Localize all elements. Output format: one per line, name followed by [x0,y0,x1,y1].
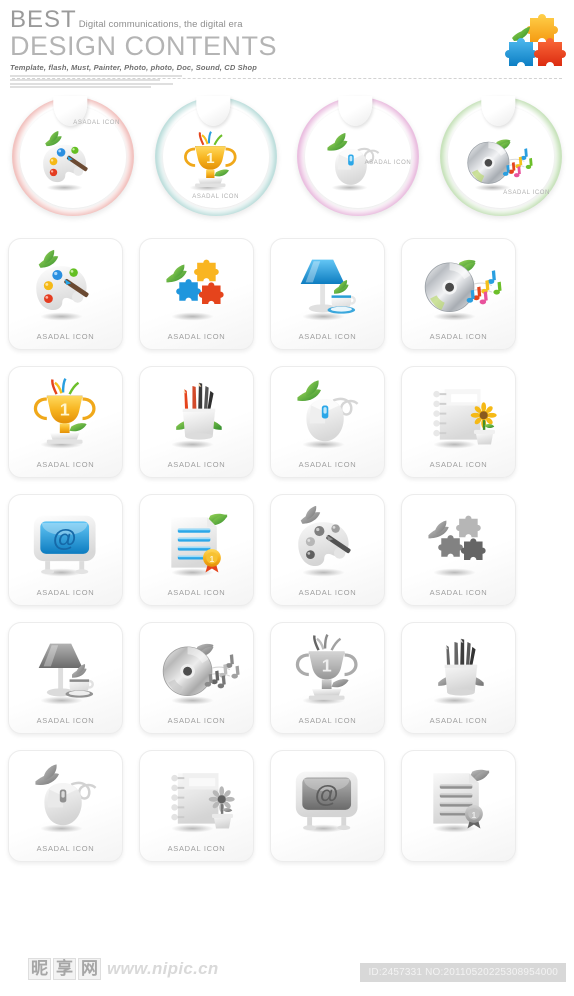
icon-tile-label: ASADAL ICON [298,332,357,341]
trophy-icon: 1 [271,629,384,707]
svg-text:@: @ [53,526,77,553]
icon-tile-label: ASADAL ICON [36,844,95,853]
sticker-row: ASADAL ICON 1 ASADAL ICON ASADAL ICON AS… [0,94,574,222]
svg-text:1: 1 [210,555,215,564]
icon-tile-label: ASADAL ICON [36,332,95,341]
icon-tile-puzzle-icon[interactable]: ASADAL ICON [139,238,254,350]
header-title-line: BEST Digital communications, the digital… [10,6,562,34]
notebook-flower-icon [140,757,253,835]
icon-tile-label: ASADAL ICON [429,588,488,597]
icon-tile-label: ASADAL ICON [167,460,226,469]
icon-tile-notebook-flower-icon[interactable]: ASADAL ICON [401,366,516,478]
sticker-label: ASADAL ICON [192,194,240,200]
trophy-icon: 1 [173,124,249,196]
icon-tile-palette-icon[interactable]: ASADAL ICON [8,238,123,350]
icon-tile-label: ASADAL ICON [429,460,488,469]
icon-tile-puzzle-icon[interactable]: ASADAL ICON [401,494,516,606]
icon-tile-label: ASADAL ICON [167,332,226,341]
icon-tile-label: ASADAL ICON [36,460,95,469]
icon-tile-lamp-cup-icon[interactable]: ASADAL ICON [270,238,385,350]
lamp-cup-icon [271,245,384,323]
svg-text:@: @ [315,782,339,809]
monitor-at-icon: @ [271,757,384,835]
header-tagline: Digital communications, the digital era [78,19,243,30]
svg-text:1: 1 [206,150,215,167]
icon-tile-label: ASADAL ICON [36,588,95,597]
document-medal-icon: 1 [402,757,515,835]
icon-tile-label: ASADAL ICON [36,716,95,725]
mouse-icon [271,373,384,451]
icon-tile-label: ASADAL ICON [298,460,357,469]
icon-tile-document-medal-icon[interactable]: 1 [401,750,516,862]
puzzle-icon [402,501,515,579]
site-watermark: 昵 享 网 www.nipic.cn [28,958,219,980]
mouse-icon [9,757,122,835]
icon-tile-label: ASADAL ICON [167,844,226,853]
puzzle-icon [140,245,253,323]
icon-tile-lamp-cup-icon[interactable]: ASADAL ICON [8,622,123,734]
notebook-flower-icon [402,373,515,451]
icon-tile-label: ASADAL ICON [167,588,226,597]
watermark-url: www.nipic.cn [107,959,219,978]
icon-tile-trophy-icon[interactable]: 1 ASADAL ICON [8,366,123,478]
brand-best: BEST [10,6,77,33]
sticker-label: ASADAL ICON [73,120,120,126]
sticker-cd-music-icon[interactable]: ASADAL ICON [436,94,566,220]
icon-tile-monitor-at-icon[interactable]: @ [270,750,385,862]
svg-text:1: 1 [322,655,332,675]
cd-music-icon [458,124,534,196]
pencil-cup-icon [402,629,515,707]
header-subtitle: Template, flash, Must, Painter, Photo, p… [10,63,257,73]
icon-tile-palette-icon[interactable]: ASADAL ICON [270,494,385,606]
sticker-label: ASADAL ICON [503,190,550,196]
svg-text:1: 1 [472,811,477,820]
cd-music-icon [402,245,515,323]
sticker-palette-icon[interactable]: ASADAL ICON [8,94,138,220]
icon-tile-pencil-cup-icon[interactable]: ASADAL ICON [139,366,254,478]
icon-tile-label: ASADAL ICON [429,332,488,341]
fineprint-line [10,86,151,89]
pencil-cup-icon [140,373,253,451]
icon-tile-mouse-icon[interactable]: ASADAL ICON [8,750,123,862]
page-header: BEST Digital communications, the digital… [0,0,574,89]
cd-music-icon [140,629,253,707]
icon-tile-cd-music-icon[interactable]: ASADAL ICON [401,238,516,350]
sticker-trophy-icon[interactable]: 1 ASADAL ICON [151,94,281,220]
icon-tile-label: ASADAL ICON [167,716,226,725]
fineprint-line [10,82,173,85]
lamp-cup-icon [9,629,122,707]
fineprint-line [10,78,160,81]
icon-tile-document-medal-icon[interactable]: 1 ASADAL ICON [139,494,254,606]
watermark-char: 享 [53,958,76,980]
icon-tile-cd-music-icon[interactable]: ASADAL ICON [139,622,254,734]
svg-text:1: 1 [60,399,70,419]
icon-tile-label: ASADAL ICON [298,716,357,725]
watermark-logo: 昵 享 网 [28,958,101,980]
page-title: DESIGN CONTENTS [10,31,278,61]
trophy-icon: 1 [9,373,122,451]
icon-tile-label: ASADAL ICON [298,588,357,597]
palette-icon [271,501,384,579]
icon-tile-monitor-at-icon[interactable]: @ ASADAL ICON [8,494,123,606]
palette-icon [9,245,122,323]
monitor-at-icon: @ [9,501,122,579]
sticker-mouse-icon[interactable]: ASADAL ICON [293,94,423,220]
icon-tile-label: ASADAL ICON [429,716,488,725]
document-medal-icon: 1 [140,501,253,579]
sticker-label: ASADAL ICON [364,160,412,166]
icon-tile-notebook-flower-icon[interactable]: ASADAL ICON [139,750,254,862]
header-divider [12,78,562,79]
icon-tile-pencil-cup-icon[interactable]: ASADAL ICON [401,622,516,734]
watermark-char: 昵 [28,958,51,980]
icon-grid: ASADAL ICON ASADAL ICON ASADAL ICON ASAD… [0,238,574,862]
palette-icon [30,124,106,196]
status-badge: ID:2457331 NO:20110520225308954000 [360,963,566,982]
puzzle-logo-icon [498,8,566,68]
icon-tile-mouse-icon[interactable]: ASADAL ICON [270,366,385,478]
icon-tile-trophy-icon[interactable]: 1 ASADAL ICON [270,622,385,734]
watermark-char: 网 [78,958,101,980]
